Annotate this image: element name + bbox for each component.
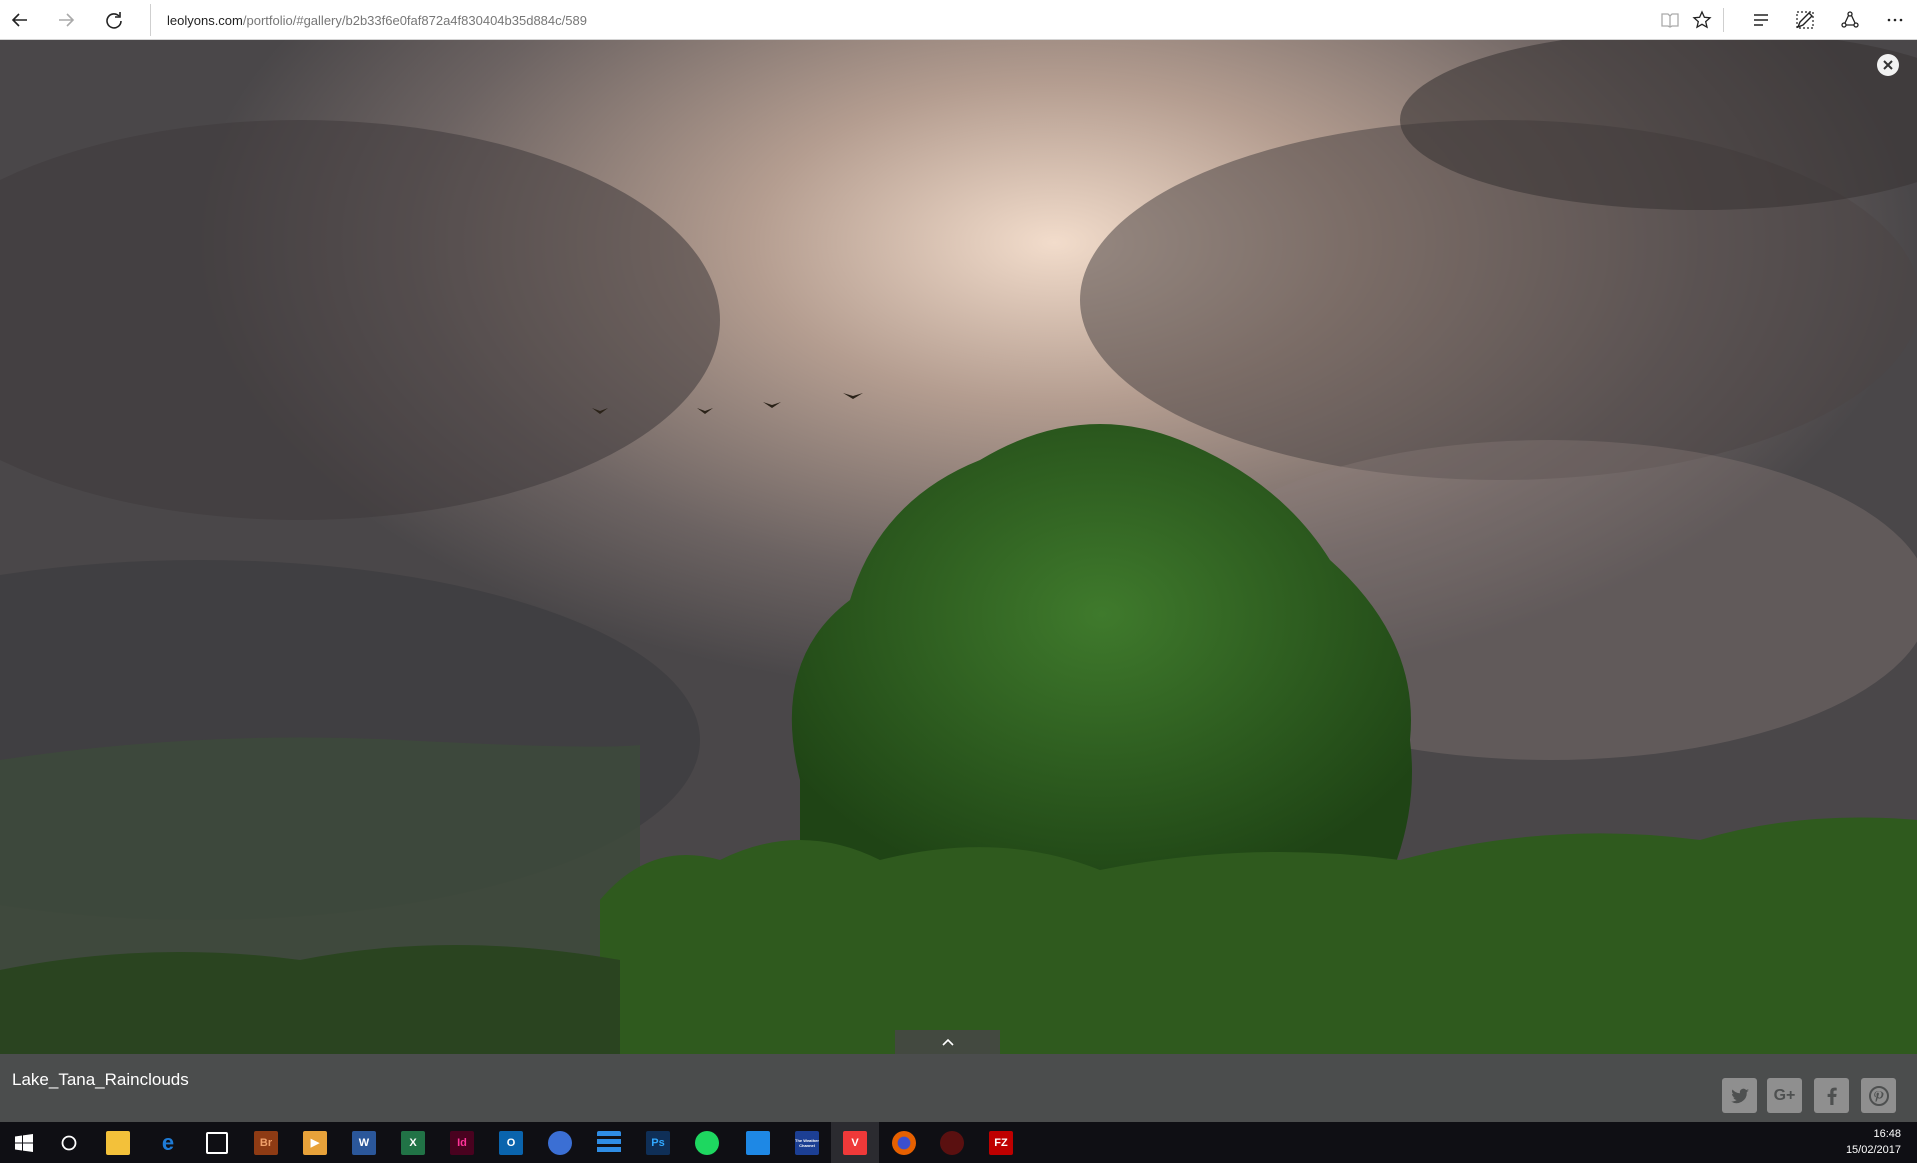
gallery-photo[interactable] <box>0 40 1917 1054</box>
cortana-icon <box>61 1135 77 1150</box>
taskbar-firefox[interactable] <box>880 1122 928 1163</box>
chevron-up-icon <box>941 1038 954 1046</box>
photo-caption: Lake_Tana_Rainclouds <box>12 1070 189 1089</box>
media-player-icon: ▶ <box>303 1130 327 1155</box>
taskbar-store[interactable] <box>193 1122 241 1163</box>
pinterest-share-button[interactable] <box>1861 1078 1896 1113</box>
web-note-icon <box>1796 11 1814 29</box>
taskbar-spotify[interactable] <box>683 1122 731 1163</box>
outlook-icon: O <box>499 1130 523 1155</box>
taskbar-file-explorer[interactable] <box>94 1122 142 1163</box>
clock-date: 15/02/2017 <box>1845 1144 1901 1156</box>
firefox-icon <box>892 1130 916 1155</box>
excel-icon: X <box>401 1130 425 1155</box>
pinterest-icon <box>1868 1085 1889 1106</box>
favorite-star-icon <box>1692 10 1712 29</box>
url-domain: leolyons.com <box>167 12 243 28</box>
refresh-icon <box>106 12 122 29</box>
address-bar[interactable]: leolyons.com/portfolio/#gallery/b2b33f6e… <box>150 4 1650 36</box>
browser-toolbar: leolyons.com/portfolio/#gallery/b2b33f6e… <box>0 0 1917 40</box>
facebook-icon <box>1827 1087 1837 1105</box>
taskbar-word[interactable]: W <box>340 1122 388 1163</box>
close-icon <box>1883 60 1893 70</box>
twitter-icon <box>1730 1088 1749 1103</box>
vivaldi-icon: V <box>843 1130 867 1155</box>
edge-icon: e <box>161 1129 175 1155</box>
caption-bar: Lake_Tana_Rainclouds G+ <box>0 1054 1917 1122</box>
taskbar-excel[interactable]: X <box>389 1122 437 1163</box>
start-button[interactable] <box>0 1122 48 1163</box>
back-button[interactable] <box>4 4 36 36</box>
photoshop-icon: Ps <box>646 1130 670 1155</box>
taskbar-outlook[interactable]: O <box>487 1122 535 1163</box>
close-gallery-button[interactable] <box>1877 54 1899 76</box>
url-path: /portfolio/#gallery/b2b33f6e0faf872a4f83… <box>242 12 587 28</box>
taskbar-media-player[interactable]: ▶ <box>291 1122 339 1163</box>
taskbar-messenger[interactable] <box>734 1122 782 1163</box>
taskbar-bridge[interactable]: Br <box>242 1122 290 1163</box>
hub-icon <box>1754 14 1768 26</box>
taskbar-indesign[interactable]: Id <box>438 1122 486 1163</box>
forward-button[interactable] <box>50 4 82 36</box>
forward-arrow-icon <box>59 13 75 27</box>
store-icon <box>206 1131 228 1154</box>
taskbar-photoshop[interactable]: Ps <box>634 1122 682 1163</box>
toolbar-separator <box>1723 8 1724 32</box>
reading-view-button[interactable] <box>1654 4 1686 36</box>
cortana-button[interactable] <box>45 1122 93 1163</box>
taskbar-keepass[interactable] <box>536 1122 584 1163</box>
messenger-icon <box>746 1130 770 1155</box>
bridge-icon: Br <box>254 1130 278 1155</box>
google-plus-icon: G+ <box>1773 1086 1796 1104</box>
keepass-icon <box>548 1130 572 1155</box>
taskbar-stack-app[interactable] <box>585 1122 633 1163</box>
spotify-icon <box>695 1130 719 1155</box>
clock-time: 16:48 <box>1873 1128 1901 1140</box>
taskbar-edge[interactable]: e <box>144 1122 192 1163</box>
indesign-icon: Id <box>450 1130 474 1155</box>
photo-image <box>0 40 1917 1054</box>
windows-taskbar: e Br ▶ W X Id O Ps The Weather Channel V <box>0 1122 1917 1163</box>
refresh-button[interactable] <box>98 4 130 36</box>
twitter-share-button[interactable] <box>1722 1078 1757 1113</box>
gpu-monitor-icon <box>940 1130 964 1155</box>
taskbar-vivaldi[interactable]: V <box>831 1122 879 1163</box>
back-arrow-icon <box>11 13 27 27</box>
more-button[interactable] <box>1879 4 1911 36</box>
taskbar-weather-channel[interactable]: The Weather Channel <box>783 1122 831 1163</box>
share-icon <box>1841 11 1859 28</box>
stack-app-icon <box>597 1130 621 1155</box>
taskbar-gpu-monitor[interactable] <box>928 1122 976 1163</box>
weather-channel-icon: The Weather Channel <box>795 1130 819 1155</box>
system-clock[interactable]: 16:48 15/02/2017 <box>1846 1126 1901 1158</box>
filezilla-icon: FZ <box>989 1130 1013 1155</box>
expand-caption-button[interactable] <box>895 1030 1000 1054</box>
word-icon: W <box>352 1130 376 1155</box>
taskbar-filezilla[interactable]: FZ <box>977 1122 1025 1163</box>
favorite-button[interactable] <box>1686 4 1718 36</box>
google-plus-share-button[interactable]: G+ <box>1767 1078 1802 1113</box>
share-button[interactable] <box>1834 4 1866 36</box>
hub-button[interactable] <box>1745 4 1777 36</box>
start-icon <box>15 1133 33 1152</box>
facebook-share-button[interactable] <box>1814 1078 1849 1113</box>
reading-view-icon <box>1661 13 1679 28</box>
more-icon <box>1887 18 1903 22</box>
file-explorer-icon <box>106 1130 130 1155</box>
web-note-button[interactable] <box>1789 4 1821 36</box>
